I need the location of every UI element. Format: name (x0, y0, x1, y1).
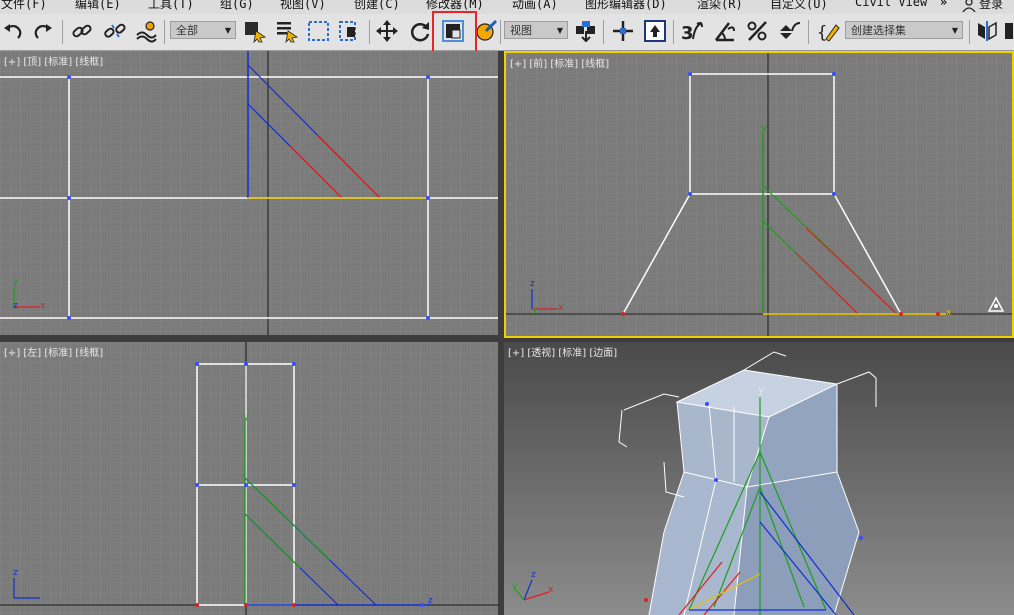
undo-icon[interactable] (1, 19, 25, 43)
move-icon[interactable] (375, 19, 399, 43)
menu-bar: 文件(F) 编辑(E) 工具(T) 组(G) 视图(V) 创建(C) 修改器(M… (0, 0, 1014, 14)
ref-coord-value: 视图 (510, 24, 532, 37)
menu-animation[interactable]: 动画(A) (512, 0, 558, 12)
axis-z-label: z (428, 596, 433, 606)
menu-create[interactable]: 创建(C) (354, 0, 400, 12)
axis-y-label: y (532, 305, 538, 315)
axis-z-label: z (531, 570, 536, 580)
spinner-snap-icon[interactable] (778, 19, 802, 43)
menu-customize[interactable]: 自定义(U) (770, 0, 828, 12)
snap-3d-icon[interactable]: 3 (680, 19, 704, 43)
axis-z-label: z (13, 301, 18, 311)
align-icon[interactable] (1003, 19, 1014, 43)
viewport-perspective-label[interactable]: [+] [透视] [标准] [边面] (508, 344, 617, 359)
bind-space-warp-icon[interactable] (134, 19, 158, 43)
named-selection-value: 创建选择集 (851, 24, 906, 37)
axis-x-label: x (548, 585, 554, 595)
menu-view[interactable]: 视图(V) (280, 0, 326, 12)
chevron-down-icon: ▼ (556, 26, 563, 35)
axis-y-label: y (761, 123, 767, 134)
viewport-front-label[interactable]: [+] [前] [标准] [线框] (510, 55, 609, 70)
select-by-name-icon[interactable] (275, 19, 299, 43)
menu-group[interactable]: 组(G) (220, 0, 254, 12)
selection-filter-value: 全部 (176, 24, 198, 37)
svg-text:{: { (817, 23, 827, 43)
axis-y-label: y (758, 385, 764, 396)
axis-y-label: y (13, 277, 19, 287)
axis-y-label: y (512, 582, 518, 592)
viewport-top[interactable]: [+] [顶] [标准] [线框] y z x (0, 51, 498, 335)
ref-coord-dropdown[interactable]: 视图 ▼ (504, 21, 568, 39)
viewport-top-canvas (0, 51, 498, 335)
axis-x-label: x (558, 303, 564, 313)
menu-rendering[interactable]: 渲染(R) (697, 0, 743, 12)
viewport-front[interactable]: [+] [前] [标准] [线框] y z y x x (504, 51, 1014, 338)
select-manipulate-icon[interactable] (611, 19, 635, 43)
redo-icon[interactable] (31, 19, 55, 43)
select-object-icon[interactable] (243, 19, 267, 43)
rotate-icon[interactable] (408, 19, 432, 43)
user-icon[interactable] (962, 0, 976, 13)
axis-z-label: z (530, 279, 535, 289)
window-crossing-icon[interactable] (338, 19, 362, 43)
rect-select-icon[interactable] (307, 19, 331, 43)
placement-icon[interactable] (474, 19, 498, 43)
pivot-icon[interactable] (574, 19, 598, 43)
viewport-front-canvas (506, 53, 1012, 336)
edit-named-selection-icon[interactable]: { (816, 19, 840, 43)
menu-file[interactable]: 文件(F) (1, 0, 47, 12)
viewport-perspective[interactable]: [+] [透视] [标准] [边面] y z x y (504, 342, 1014, 615)
viewport-left[interactable]: [+] [左] [标准] [线框] y z z (0, 342, 498, 615)
viewport-left-label[interactable]: [+] [左] [标准] [线框] (4, 344, 103, 359)
menu-tools[interactable]: 工具(T) (148, 0, 194, 12)
viewport-left-canvas (0, 342, 498, 615)
selection-filter-dropdown[interactable]: 全部 ▼ (170, 21, 236, 39)
chevron-down-icon: ▼ (951, 26, 958, 35)
mirror-icon[interactable] (975, 19, 999, 43)
unlink-icon[interactable] (103, 19, 127, 43)
menu-civil-view[interactable]: Civil View (855, 0, 927, 9)
named-selection-dropdown[interactable]: 创建选择集 ▼ (845, 21, 963, 39)
menu-graph-editors[interactable]: 图形编辑器(D) (585, 0, 667, 12)
angle-snap-icon[interactable] (713, 19, 737, 43)
viewport-top-label[interactable]: [+] [顶] [标准] [线框] (4, 53, 103, 68)
svg-text:3: 3 (681, 23, 694, 43)
viewport-perspective-canvas (515, 351, 877, 615)
axis-x-label: x (946, 308, 952, 318)
chevron-down-icon: ▼ (224, 26, 231, 35)
menu-edit[interactable]: 编辑(E) (75, 0, 121, 12)
percent-snap-icon[interactable] (746, 19, 770, 43)
menu-overflow[interactable]: » (940, 0, 947, 9)
keyboard-shortcut-icon[interactable] (643, 19, 667, 43)
axis-y-label: y (243, 412, 249, 423)
link-icon[interactable] (70, 19, 94, 43)
axis-z-label: z (13, 568, 18, 578)
login-link[interactable]: 登录 (979, 0, 1003, 12)
axis-x-label: x (40, 301, 46, 311)
main-toolbar: 全部 ▼ 视图 ▼ 3 { 创建选择集 ▼ (0, 14, 1014, 51)
